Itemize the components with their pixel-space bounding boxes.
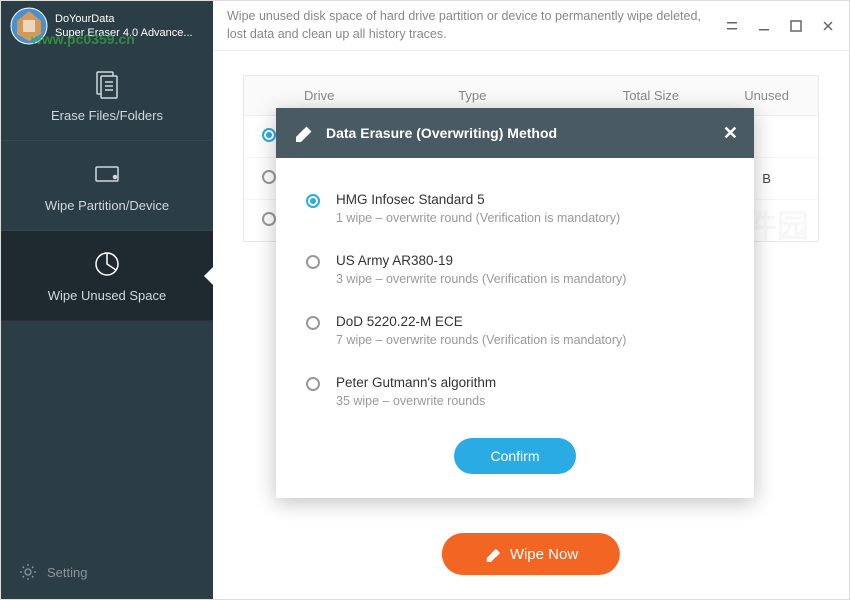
col-unused-header: Unused <box>715 88 818 103</box>
method-description: 3 wipe – overwrite rounds (Verification … <box>336 272 724 286</box>
method-name: Peter Gutmann's algorithm <box>336 375 724 390</box>
wipe-now-button[interactable]: Wipe Now <box>442 533 620 575</box>
method-option[interactable]: HMG Infosec Standard 5 1 wipe – overwrit… <box>306 178 724 239</box>
radio-button[interactable] <box>262 170 276 184</box>
eraser-icon <box>292 122 314 144</box>
setting-label: Setting <box>47 565 87 580</box>
menu-icon[interactable] <box>725 19 739 33</box>
method-description: 1 wipe – overwrite round (Verification i… <box>336 211 724 225</box>
titlebar: Wipe unused disk space of hard drive par… <box>213 1 849 51</box>
minimize-button[interactable] <box>757 19 771 33</box>
gear-icon <box>19 563 37 581</box>
radio-button[interactable] <box>306 377 320 391</box>
page-description: Wipe unused disk space of hard drive par… <box>227 8 725 43</box>
method-name: US Army AR380-19 <box>336 253 724 268</box>
method-option[interactable]: Peter Gutmann's algorithm 35 wipe – over… <box>306 361 724 422</box>
setting-button[interactable]: Setting <box>1 545 213 599</box>
radio-button[interactable] <box>262 212 276 226</box>
modal-body: HMG Infosec Standard 5 1 wipe – overwrit… <box>276 158 754 498</box>
drive-icon <box>91 158 123 190</box>
radio-button[interactable] <box>306 255 320 269</box>
eraser-icon <box>484 545 502 563</box>
close-button[interactable] <box>821 19 835 33</box>
radio-button[interactable] <box>306 194 320 208</box>
nav-label: Wipe Partition/Device <box>45 198 169 213</box>
modal-header: Data Erasure (Overwriting) Method ✕ <box>276 108 754 158</box>
radio-button[interactable] <box>306 316 320 330</box>
sidebar-item-erase-files[interactable]: Erase Files/Folders <box>1 51 213 141</box>
method-option[interactable]: US Army AR380-19 3 wipe – overwrite roun… <box>306 239 724 300</box>
radio-button[interactable] <box>262 128 276 142</box>
method-description: 35 wipe – overwrite rounds <box>336 394 724 408</box>
sidebar-item-wipe-partition[interactable]: Wipe Partition/Device <box>1 141 213 231</box>
confirm-button[interactable]: Confirm <box>454 438 575 474</box>
nav-label: Wipe Unused Space <box>48 288 167 303</box>
close-icon[interactable]: ✕ <box>723 123 738 144</box>
method-option[interactable]: DoD 5220.22-M ECE 7 wipe – overwrite rou… <box>306 300 724 361</box>
app-window: DoYourData Super Eraser 4.0 Advance... w… <box>0 0 850 600</box>
pie-icon <box>91 248 123 280</box>
files-icon <box>91 68 123 100</box>
sidebar-item-wipe-unused[interactable]: Wipe Unused Space <box>1 231 213 321</box>
method-name: DoD 5220.22-M ECE <box>336 314 724 329</box>
method-description: 7 wipe – overwrite rounds (Verification … <box>336 333 724 347</box>
modal-title: Data Erasure (Overwriting) Method <box>326 125 723 141</box>
method-name: HMG Infosec Standard 5 <box>336 192 724 207</box>
col-type-header: Type <box>458 88 587 103</box>
col-drive-header: Drive <box>294 88 458 103</box>
nav-label: Erase Files/Folders <box>51 108 163 123</box>
watermark-text: www.pc0359.cn <box>31 31 135 47</box>
maximize-button[interactable] <box>789 19 803 33</box>
erasure-method-modal: Data Erasure (Overwriting) Method ✕ HMG … <box>276 108 754 498</box>
window-controls <box>725 19 835 33</box>
col-size-header: Total Size <box>587 88 716 103</box>
sidebar: DoYourData Super Eraser 4.0 Advance... w… <box>1 1 213 599</box>
